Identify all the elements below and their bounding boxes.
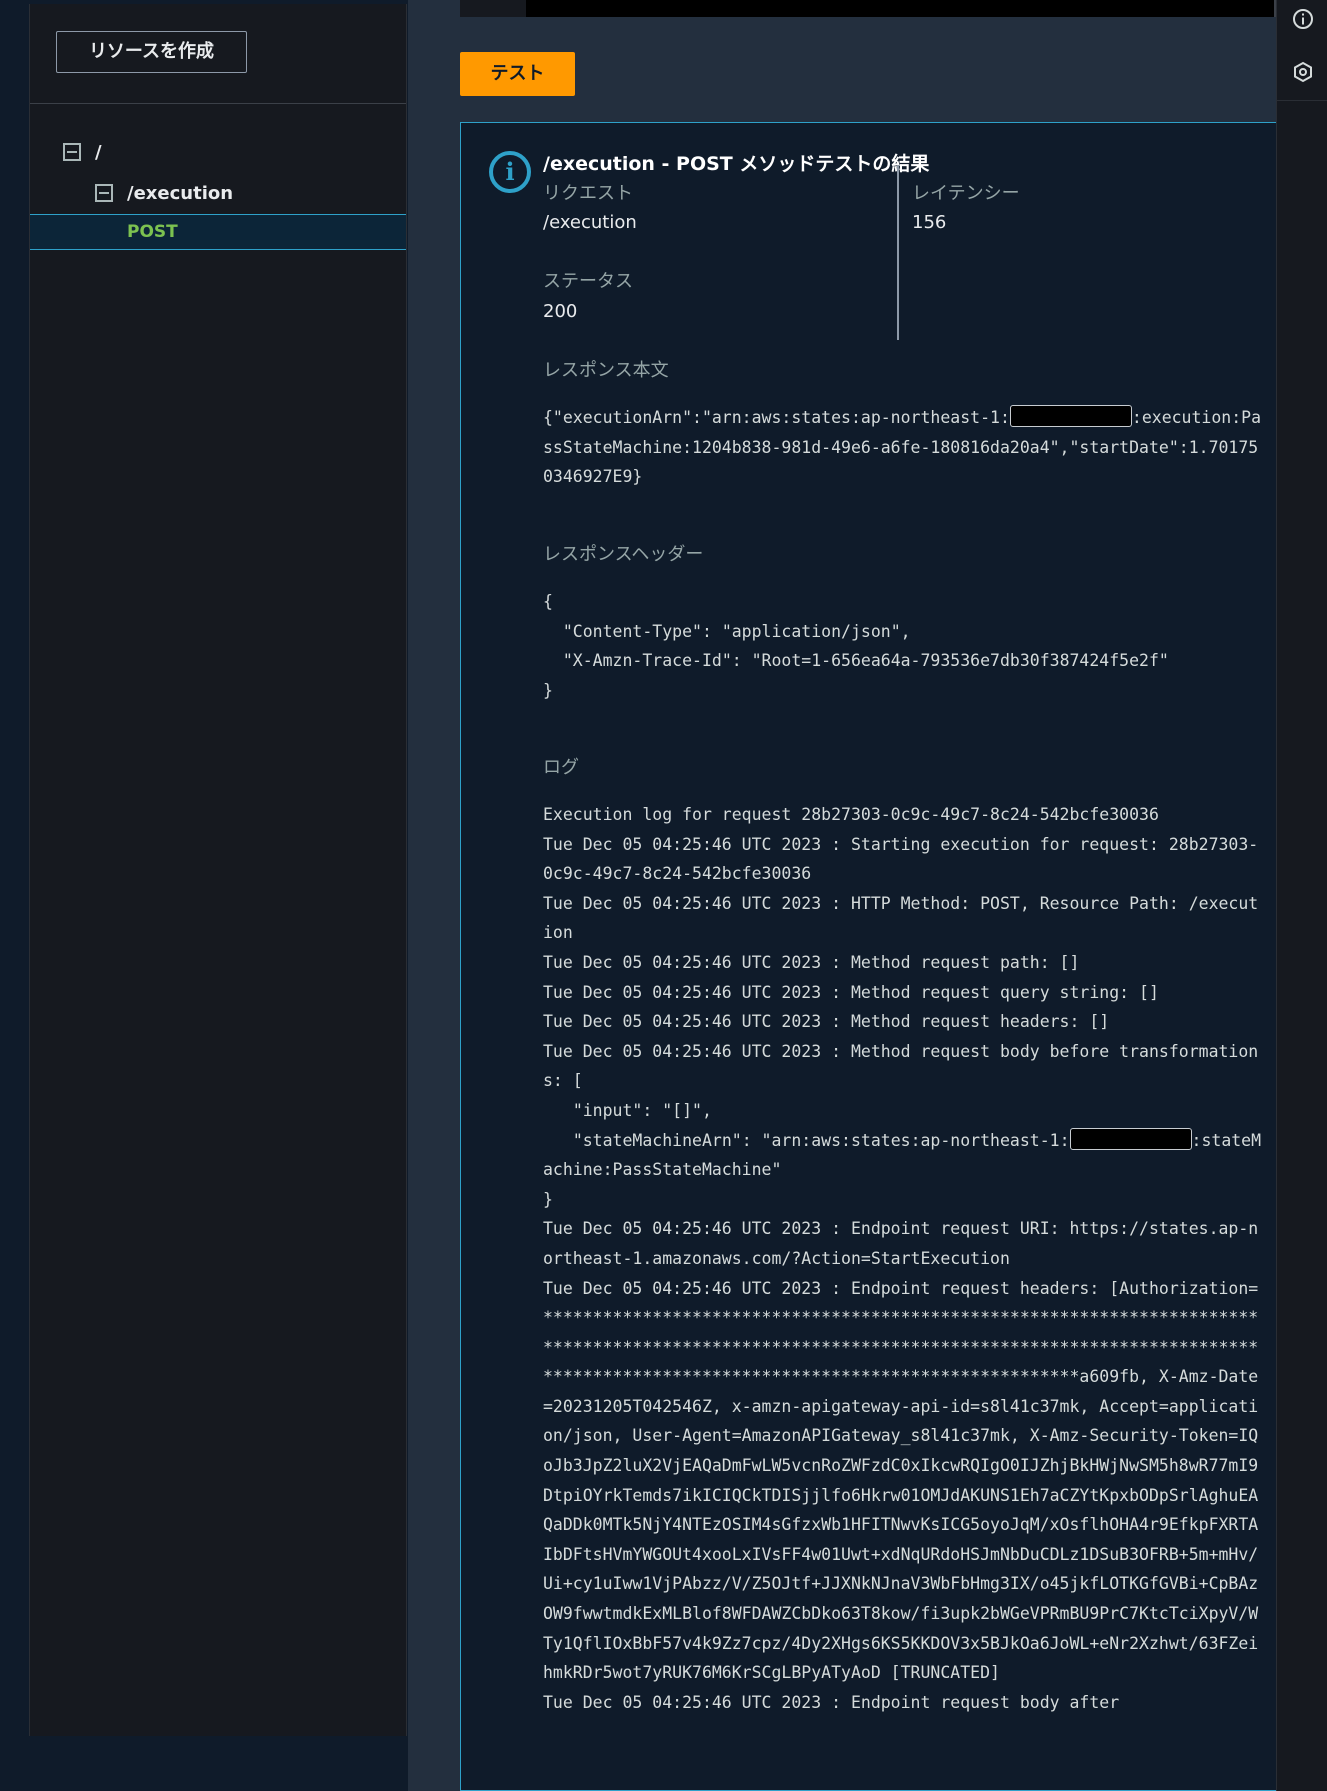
result-title: /execution - POST メソッドテストの結果 [543,153,930,175]
response-body[interactable]: {"executionArn":"arn:aws:states:ap-north… [543,403,1263,492]
column-divider [897,165,899,340]
collapse-icon[interactable] [63,143,81,161]
resource-sidebar: リソースを作成 / /execution POST [29,4,424,1736]
logs-text: :stateMachine:PassStateMachine" } Tue De… [543,1130,1262,1712]
main-content: テスト i /execution - POST メソッドテストの結果 リクエスト… [433,0,1276,1791]
settings-hex-icon[interactable] [1292,61,1314,83]
test-button[interactable]: テスト [460,52,575,96]
request-label: リクエスト [543,183,633,204]
panel-gap [408,0,433,1791]
collapse-icon[interactable] [95,184,113,202]
left-gutter [0,0,29,1791]
response-body-text: {"executionArn":"arn:aws:states:ap-north… [543,408,1010,427]
response-headers-label: レスポンスヘッダー [543,544,704,565]
tree-item-execution[interactable]: /execution [30,175,406,211]
latency-label: レイテンシー [912,183,1020,204]
utility-bar [1276,0,1327,1791]
logs[interactable]: Execution log for request 28b27303-0c9c-… [543,800,1263,1717]
info-circle-icon[interactable] [1292,8,1314,30]
request-body-editor-bottom [460,0,1276,17]
test-result-panel: i /execution - POST メソッドテストの結果 リクエスト /ex… [460,122,1276,1791]
status-label: ステータス [543,271,633,292]
method-label: POST [127,222,178,242]
logs-text: Execution log for request 28b27303-0c9c-… [543,805,1259,1150]
status-value: 200 [543,301,578,322]
utility-bar-divider [1277,100,1327,101]
info-icon: i [489,151,531,193]
response-body-label: レスポンス本文 [543,360,669,381]
tree-item-label: /execution [127,182,234,204]
latency-value: 156 [912,212,947,233]
tree-item-post-method[interactable]: POST [30,214,406,250]
redacted-account-id [1009,405,1132,427]
sidebar-header: リソースを作成 [30,4,406,104]
redacted-account-id [1069,1127,1192,1150]
tree-item-label: / [95,141,102,163]
response-headers[interactable]: { "Content-Type": "application/json", "X… [543,587,1263,705]
create-resource-button[interactable]: リソースを作成 [56,31,247,73]
tree-item-root[interactable]: / [30,134,406,170]
logs-label: ログ [543,757,579,778]
request-value: /execution [543,212,637,233]
